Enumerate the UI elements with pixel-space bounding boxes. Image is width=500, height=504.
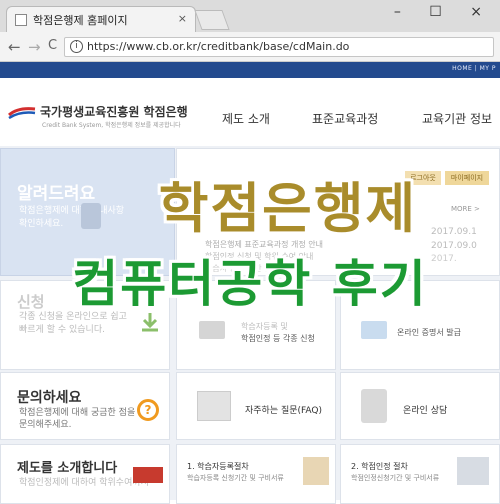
apply-card-certificate-label: 온라인 증명서 발급	[397, 328, 461, 337]
window-controls[interactable]: – ☐ ×	[394, 4, 494, 20]
nav-item-intro[interactable]: 제도 소개	[222, 110, 270, 127]
reload-icon[interactable]: C	[48, 38, 57, 53]
apply-desc-2: 빠르게 할 수 있습니다.	[19, 325, 105, 335]
intro-desc: 학점인정제에 대하여 학위수여까지	[19, 478, 149, 488]
intro-step2-sub: 학점인정신청기간 및 구비서류	[351, 474, 440, 482]
site-logo-sub: Credit Bank System, 학점은행제 정보를 제공합니다	[42, 122, 181, 129]
document-icon	[199, 321, 225, 339]
inquiry-desc-2: 문의해주세요.	[19, 420, 72, 430]
faq-card[interactable]: 자주하는 질문(FAQ)	[176, 372, 336, 440]
intro-step2-title: 2. 학점인정 절차	[351, 462, 408, 471]
online-consult-label: 온라인 상담	[403, 406, 448, 416]
intro-panel: 제도를 소개합니다 학점인정제에 대하여 학위수여까지	[0, 444, 170, 504]
logo-icon	[8, 107, 36, 119]
apply-card-register-label-2: 학점인정 등 각종 신청	[241, 334, 315, 343]
intro-step2-card[interactable]: 2. 학점인정 절차 학점인정신청기간 및 구비서류	[340, 444, 500, 504]
building-icon	[133, 467, 163, 483]
info-icon[interactable]: i	[70, 40, 83, 53]
apply-card-register-label-1: 학습자등록 및	[241, 322, 288, 331]
site-header: 국가평생교육진흥원 학점은행 Credit Bank System, 학점은행제…	[0, 78, 500, 146]
faq-label: 자주하는 질문(FAQ)	[245, 406, 322, 416]
url-text: https://www.cb.or.kr/creditbank/base/cdM…	[87, 40, 350, 53]
inquiry-panel: 문의하세요 학점은행제에 대해 궁금한 점을 문의해주세요. ?	[0, 372, 170, 440]
overlay-title-line1: 학점은행제	[158, 177, 418, 240]
nav-item-curriculum[interactable]: 표준교육과정	[312, 110, 378, 127]
inquiry-title: 문의하세요	[17, 390, 82, 406]
intro-step1-card[interactable]: 1. 학습자등록절차 학습자등록 신청기간 및 구비서류	[176, 444, 336, 504]
online-consult-card[interactable]: 온라인 상담	[340, 372, 500, 440]
address-bar[interactable]: i https://www.cb.or.kr/creditbank/base/c…	[64, 37, 494, 57]
intro-step1-sub: 학습자등록 신청기간 및 구비서류	[187, 474, 284, 482]
consult-icon	[361, 389, 387, 423]
new-tab-button[interactable]	[194, 10, 230, 30]
step2-document-icon	[457, 457, 489, 485]
faq-book-icon	[197, 391, 231, 421]
step1-chart-icon	[303, 457, 329, 485]
forward-icon[interactable]: →	[28, 38, 41, 56]
site-logo-text[interactable]: 국가평생교육진흥원 학점은행	[40, 103, 188, 120]
question-icon: ?	[137, 399, 159, 421]
overlay-title-line2: 컴퓨터공학 후기	[72, 255, 428, 313]
site-top-strip: HOME | MY P	[0, 62, 500, 78]
tab-title: 학점은행제 홈페이지	[33, 13, 128, 27]
intro-step1-title: 1. 학습자등록절차	[187, 462, 249, 471]
favicon-icon	[15, 13, 27, 26]
back-icon[interactable]: ←	[8, 38, 21, 56]
tab-close-icon[interactable]: ×	[178, 12, 187, 25]
intro-title: 제도를 소개합니다	[17, 461, 118, 476]
browser-tab-bar: 학점은행제 홈페이지 × – ☐ ×	[0, 0, 500, 32]
browser-toolbar: ← → C i https://www.cb.or.kr/creditbank/…	[0, 32, 500, 62]
browser-tab[interactable]: 학점은행제 홈페이지 ×	[6, 6, 196, 32]
nav-item-institution[interactable]: 교육기관 정보	[422, 110, 492, 127]
top-links[interactable]: HOME | MY P	[452, 65, 496, 72]
certificate-icon	[361, 321, 387, 339]
